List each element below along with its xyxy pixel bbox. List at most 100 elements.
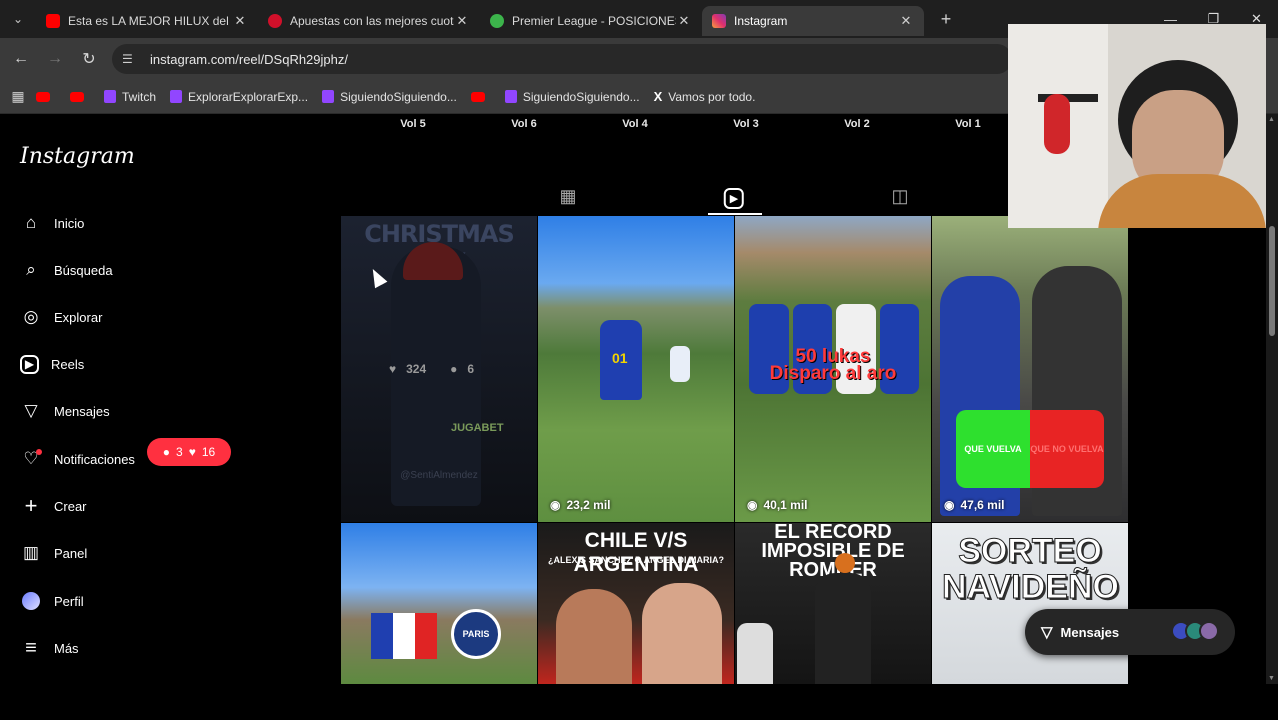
browser-tab-1[interactable]: Esta es LA MEJOR HILUX del m ✕ [36, 6, 258, 36]
page-scrollbar[interactable]: ▲ ▼ [1266, 114, 1278, 684]
close-tab-icon[interactable]: ✕ [676, 13, 692, 29]
webcam-overlay [1008, 24, 1266, 228]
comment-icon: ● [162, 445, 171, 459]
highlight-vol6[interactable]: Vol 6 [511, 118, 536, 130]
tab-title: Premier League - POSICIONES, [512, 14, 676, 28]
reel-tile-8[interactable]: SORTEO NAVIDEÑO [932, 523, 1128, 684]
nav-explorar[interactable]: ◎ Explorar [20, 302, 103, 332]
nav-crear[interactable]: + Crear [20, 491, 87, 521]
youtube-icon [70, 91, 84, 102]
close-tab-icon[interactable]: ✕ [454, 13, 470, 29]
watermark-text: @SentiAlmendez [400, 470, 478, 481]
notifications-badge[interactable]: ● 3 ♥ 16 [147, 438, 231, 466]
nav-label: Más [54, 640, 79, 656]
reels-grid: CHRISTMAS DAY JUGABET @SentiAlmendez ♥32… [341, 216, 1129, 684]
close-tab-icon[interactable]: ✕ [898, 13, 914, 29]
instagram-logo[interactable]: Instagram [20, 144, 135, 169]
highlight-vol5[interactable]: Vol 5 [400, 118, 425, 130]
bookmark-explorar[interactable]: ExplorarExplorarExp... [170, 90, 308, 104]
reel-tile-5[interactable]: PARIS [341, 523, 537, 684]
vote-right-option: QUE NO VUELVA [1030, 410, 1104, 488]
view-count: ◉ 23,2 mil [550, 498, 611, 512]
bookmark-siguiendo-1[interactable]: SiguiendoSiguiendo... [322, 90, 457, 104]
reels-tab-icon[interactable]: ▶ [723, 188, 745, 209]
sponsor-text: JUGABET [451, 422, 504, 434]
browser-tab-4[interactable]: Instagram ✕ [702, 6, 924, 36]
reel-tile-2[interactable]: 01 ◉ 23,2 mil [538, 216, 734, 522]
forward-icon[interactable]: → [38, 50, 72, 68]
nav-busqueda[interactable]: ⌕ Búsqueda [20, 255, 112, 285]
highlight-vol2[interactable]: Vol 2 [844, 118, 869, 130]
highlight-vol1[interactable]: Vol 1 [955, 118, 980, 130]
back-icon[interactable]: ← [4, 50, 38, 68]
view-count: ◉ 40,1 mil [747, 498, 808, 512]
nav-notificaciones[interactable]: ♡ Notificaciones [20, 444, 135, 474]
nav-mensajes[interactable]: ▽ Mensajes [20, 396, 109, 426]
likes-count: 324 [406, 362, 427, 376]
tab-search-chevron-icon[interactable]: ⌄ [0, 0, 36, 38]
close-tab-icon[interactable]: ✕ [232, 13, 248, 29]
tab-title: Instagram [734, 14, 788, 28]
messages-pill-label: Mensajes [1060, 624, 1120, 640]
compass-icon: ◎ [23, 307, 39, 326]
eye-icon: ◉ [747, 498, 758, 512]
profile-tabs: ▦ ▶ ◫ [340, 178, 1008, 216]
twitch-icon [322, 90, 335, 103]
like-count: 16 [201, 445, 216, 459]
bookmark-label: Vamos por todo. [668, 89, 756, 104]
tile-overlay-text: EL RECORD IMPOSIBLE DE ROMPER [761, 523, 905, 581]
bookmark-label: SiguiendoSiguiendo... [522, 89, 640, 104]
reel-tile-6[interactable]: CHILE V/S ARGENTINA ¿ALEXIS SANCHEZ O AN… [538, 523, 734, 684]
nav-panel[interactable]: ▥ Panel [20, 538, 87, 568]
nav-reels[interactable]: ▶ Reels [20, 349, 84, 379]
bookmark-x[interactable]: X Vamos por todo. [654, 89, 756, 104]
chart-icon: ▥ [22, 543, 40, 562]
nav-perfil[interactable]: Perfil [20, 586, 84, 616]
reel-tile-4[interactable]: QUE VUELVA QUE NO VUELVA ◉ 47,6 mil [932, 216, 1128, 522]
views-text: 23,2 mil [566, 498, 611, 512]
youtube-favicon-icon [46, 14, 60, 28]
tile-subtitle-text: ¿ALEXIS SANCHEZ O ANGEL DI MARIA? [547, 555, 724, 565]
player-face-left [556, 589, 632, 684]
scroll-down-icon[interactable]: ▼ [1268, 675, 1275, 682]
twitch-icon [170, 90, 183, 103]
apps-grid-icon[interactable]: ▦ [0, 88, 36, 105]
site-info-icon[interactable]: ☰ [122, 52, 140, 66]
twitch-icon [104, 90, 116, 103]
reel-tile-3[interactable]: 50 lukas Disparo al aro ◉ 40,1 mil [735, 216, 931, 522]
reel-tile-7[interactable]: EL RECORD IMPOSIBLE DE ROMPER [735, 523, 931, 684]
new-tab-icon[interactable]: + [932, 9, 960, 30]
nav-inicio[interactable]: ⌂ Inicio [20, 208, 85, 238]
menu-icon: ≡ [25, 636, 37, 659]
highlight-vol3[interactable]: Vol 3 [733, 118, 758, 130]
instagram-favicon-icon [712, 14, 726, 28]
nav-label: Panel [54, 545, 88, 561]
bookmark-youtube-1[interactable] [36, 91, 56, 102]
posts-grid-icon[interactable]: ▦ [559, 186, 576, 207]
nav-label: Notificaciones [54, 451, 135, 467]
browser-tab-3[interactable]: Premier League - POSICIONES, ✕ [480, 6, 702, 36]
url-field[interactable]: ☰ instagram.com/reel/DSqRh29jphz/ [112, 44, 1012, 74]
reels-icon: ▶ [20, 354, 39, 374]
tile-overlay-text: SORTEO NAVIDEÑO [942, 532, 1120, 606]
scroll-up-icon[interactable]: ▲ [1268, 116, 1275, 123]
tagged-icon[interactable]: ◫ [891, 186, 908, 207]
tile-overlay-text: CHILE V/S ARGENTINA [573, 529, 699, 576]
bookmark-youtube-2[interactable] [70, 91, 90, 102]
betting-favicon-icon [268, 14, 282, 28]
browser-tab-2[interactable]: Apuestas con las mejores cuota ✕ [258, 6, 480, 36]
bookmark-youtube-3[interactable] [470, 91, 491, 102]
france-flag-icon [371, 613, 437, 659]
bookmark-twitch[interactable]: Twitch [104, 90, 156, 104]
reload-icon[interactable]: ↻ [72, 49, 106, 69]
nav-mas[interactable]: ≡ Más [20, 633, 79, 663]
home-icon: ⌂ [25, 213, 37, 232]
player-left-figure [737, 623, 773, 684]
reel-tile-1[interactable]: CHRISTMAS DAY JUGABET @SentiAlmendez ♥32… [341, 216, 537, 522]
heart-icon: ♡ [20, 448, 42, 470]
messages-pill[interactable]: ▽ Mensajes [1025, 609, 1235, 655]
highlight-vol4[interactable]: Vol 4 [622, 118, 647, 130]
tab-title: Esta es LA MEJOR HILUX del m [68, 14, 232, 28]
bookmark-siguiendo-2[interactable]: SiguiendoSiguiendo... [504, 89, 640, 104]
scrollbar-thumb[interactable] [1269, 226, 1275, 336]
